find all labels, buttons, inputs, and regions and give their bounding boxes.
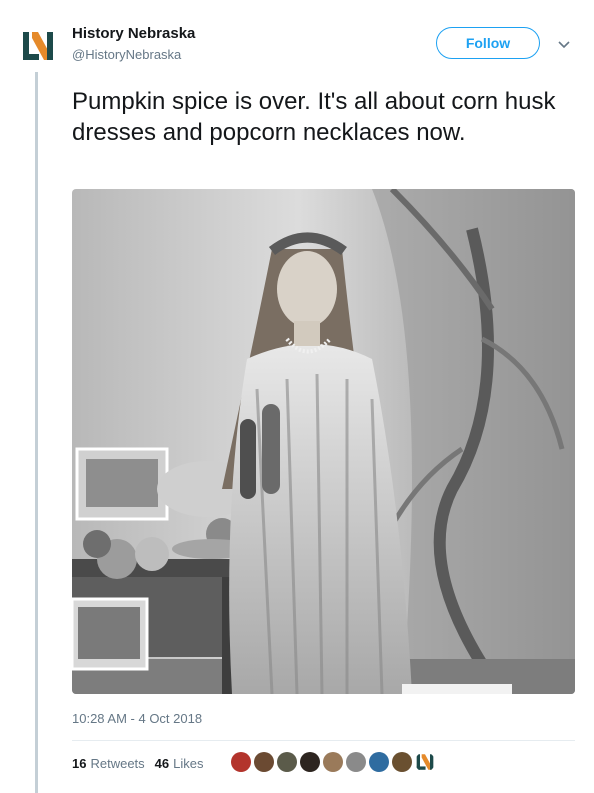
retweets-count[interactable]: 16 Retweets [72,756,145,771]
chevron-down-icon[interactable] [556,36,572,52]
likes-label: Likes [173,756,204,771]
account-handle[interactable]: @HistoryNebraska [72,47,195,62]
history-nebraska-logo-icon[interactable] [20,28,56,64]
liker-avatars [231,752,438,772]
likes-count[interactable]: 46 Likes [155,756,204,771]
liker-avatar[interactable] [369,752,389,772]
vintage-photo-woman-corn-husk-dress-image [72,189,575,694]
author-info[interactable]: History Nebraska @HistoryNebraska [72,25,195,62]
liker-avatar[interactable] [254,752,274,772]
liker-avatar[interactable] [300,752,320,772]
divider [72,740,575,741]
liker-avatar[interactable] [323,752,343,772]
tweet-stats: 16 Retweets 46 Likes [72,756,214,771]
retweets-label: Retweets [90,756,145,771]
thread-line [35,72,38,793]
liker-avatar[interactable] [392,752,412,772]
tweet-timestamp[interactable]: 10:28 AM - 4 Oct 2018 [72,711,202,726]
tweet-photo[interactable] [72,189,575,694]
retweets-number: 16 [72,756,87,771]
tweet-text: Pumpkin spice is over. It's all about co… [72,88,556,146]
likes-number: 46 [154,756,170,771]
account-name[interactable]: History Nebraska [72,25,195,42]
liker-avatar[interactable] [346,752,366,772]
liker-avatar-history-nebraska-logo-icon[interactable] [415,752,435,772]
liker-avatar[interactable] [231,752,251,772]
follow-button[interactable]: Follow [436,27,540,59]
liker-avatar[interactable] [277,752,297,772]
